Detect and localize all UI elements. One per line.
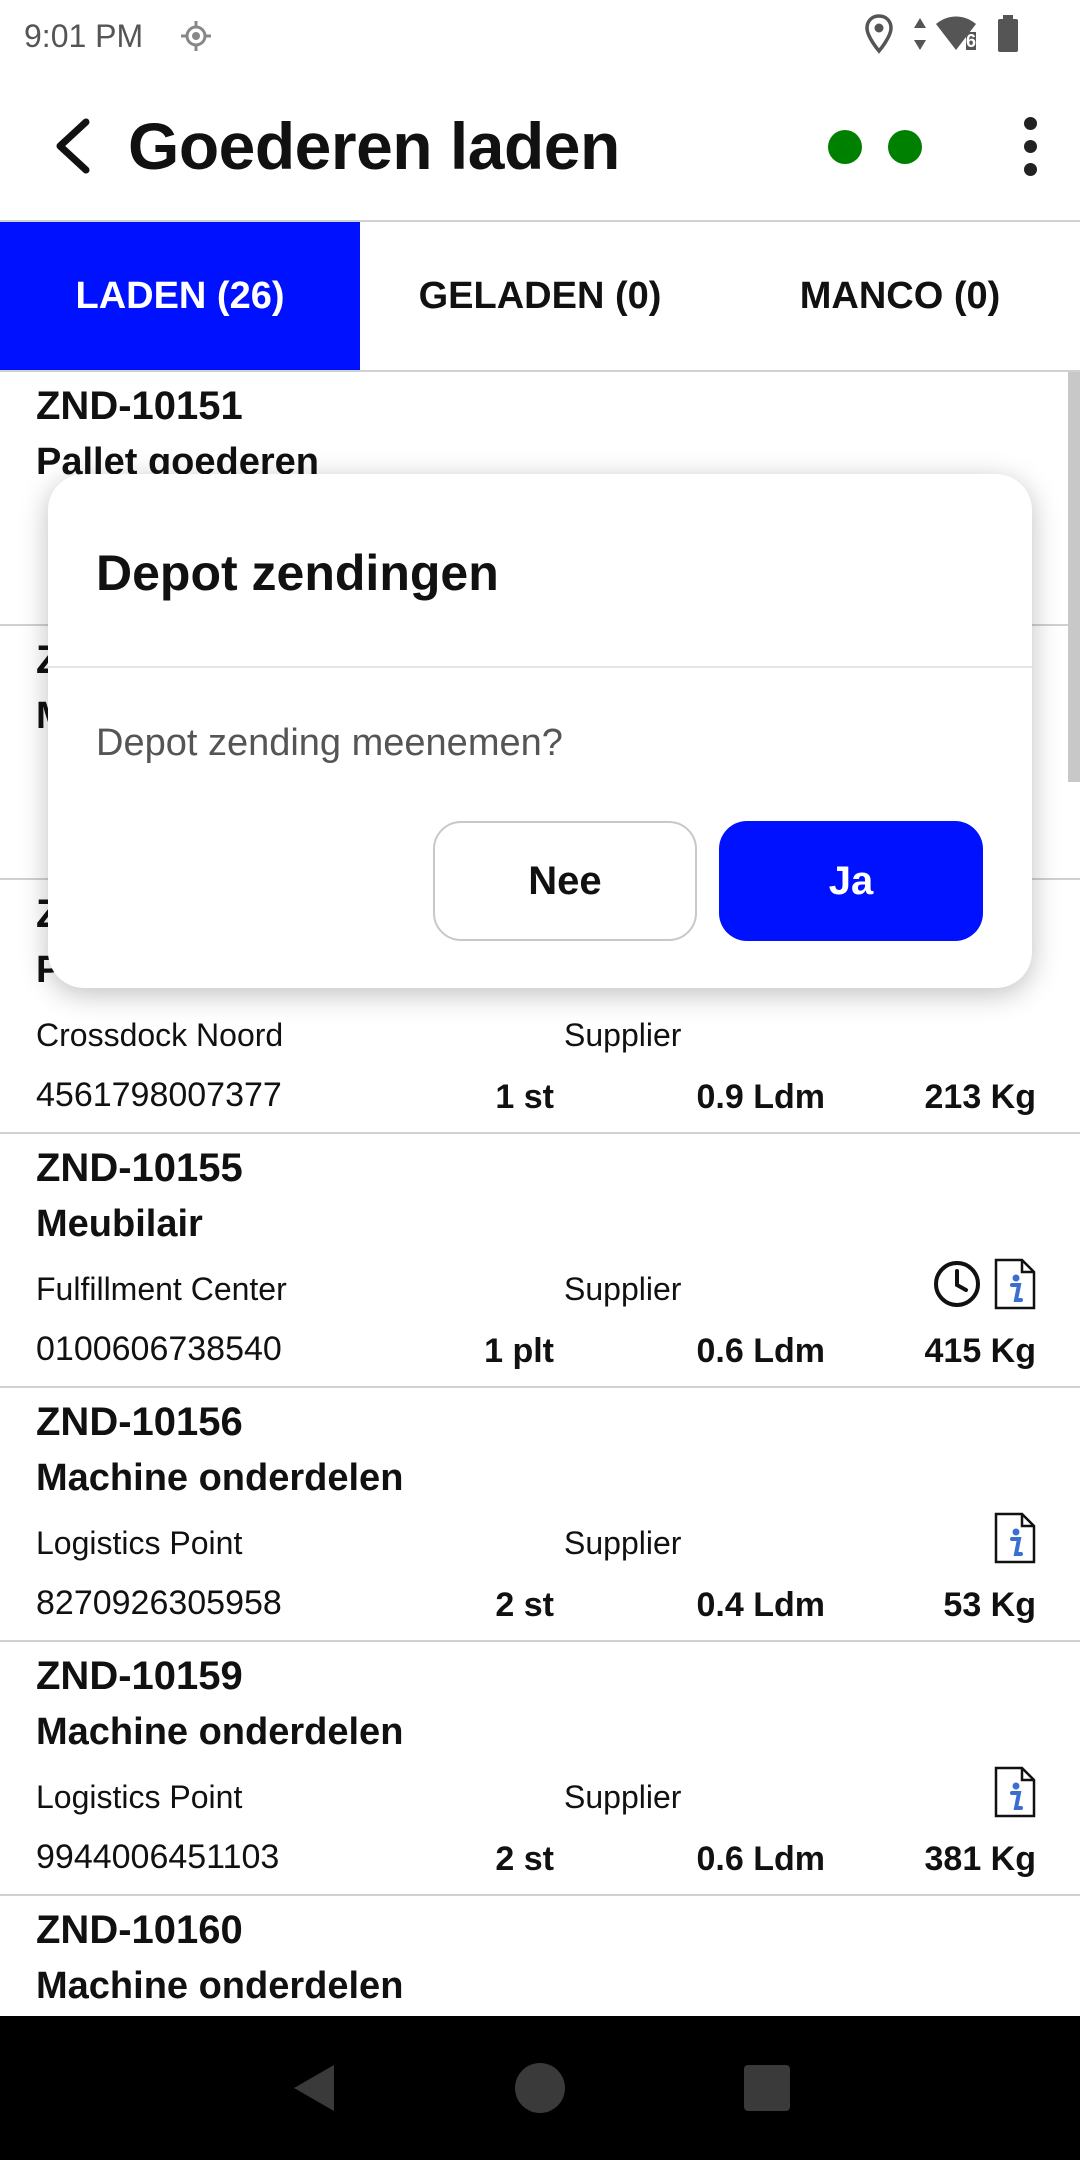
battery-icon: [996, 14, 1020, 54]
shipment-location: Logistics Point: [36, 1779, 243, 1815]
menu-dot-icon: [1023, 162, 1037, 176]
nav-back-icon: [294, 2065, 335, 2111]
shipment-quantity: 2 st: [495, 1840, 554, 1878]
back-button[interactable]: [24, 96, 124, 196]
shipment-ldm: 0.6 Ldm: [696, 1332, 825, 1370]
dialog-title: Depot zendingen: [96, 545, 499, 601]
location-target-icon: [179, 19, 213, 53]
nav-home-icon: [514, 2063, 565, 2113]
app-bar: Goederen laden: [0, 72, 1080, 220]
nav-home-button[interactable]: [495, 2043, 585, 2133]
no-button[interactable]: Nee: [433, 821, 697, 941]
status-icons: 6: [864, 14, 1020, 54]
list-item[interactable]: ZND-10159 Machine onderdelen Logistics P…: [0, 1642, 1080, 1896]
depot-dialog: Depot zendingen Depot zending meenemen? …: [48, 474, 1032, 988]
shipment-barcode: 8270926305958: [36, 1584, 282, 1622]
tab-bar: LADEN (26) GELADEN (0) MANCO (0): [0, 220, 1080, 372]
shipment-weight: 53 Kg: [943, 1586, 1036, 1624]
shipment-ldm: 0.4 Ldm: [696, 1586, 825, 1624]
signal-badge: 6: [965, 31, 976, 51]
wifi-icon: 6: [934, 16, 978, 52]
shipment-supplier: Supplier: [564, 1525, 682, 1561]
shipment-description: Machine onderdelen: [36, 1965, 404, 2007]
shipment-weight: 381 Kg: [924, 1840, 1037, 1878]
location-pin-icon: [864, 14, 894, 54]
shipment-description: Machine onderdelen: [36, 1711, 404, 1753]
list-item[interactable]: ZND-10155 Meubilair Fulfillment Center S…: [0, 1134, 1080, 1388]
shipment-supplier: Supplier: [564, 1017, 682, 1053]
nav-recents-icon: [743, 2065, 790, 2111]
menu-dot-icon: [1023, 139, 1037, 153]
shipment-id: ZND-10160: [36, 1908, 243, 1952]
shipment-quantity: 2 st: [495, 1586, 554, 1624]
nav-back-button[interactable]: [268, 2043, 358, 2133]
shipment-weight: 213 Kg: [924, 1078, 1037, 1116]
shipment-location: Logistics Point: [36, 1525, 243, 1561]
data-arrows-icon: [912, 16, 928, 52]
menu-dot-icon: [1023, 116, 1037, 130]
shipment-weight: 415 Kg: [924, 1332, 1037, 1370]
system-nav-bar: [0, 2016, 1080, 2160]
status-dot-2: [888, 130, 922, 164]
shipment-supplier: Supplier: [564, 1779, 682, 1815]
shipment-icons: [994, 1766, 1036, 1818]
shipment-icons: [932, 1258, 1036, 1310]
shipment-barcode: 0100606738540: [36, 1330, 282, 1368]
shipment-location: Crossdock Noord: [36, 1017, 284, 1053]
shipment-description: Meubilair: [36, 1203, 203, 1245]
tab-laden[interactable]: LADEN (26): [0, 222, 360, 370]
shipment-ldm: 0.6 Ldm: [696, 1840, 825, 1878]
shipment-id: ZND-10159: [36, 1654, 243, 1698]
status-dot-1: [828, 130, 862, 164]
shipment-location: Fulfillment Center: [36, 1271, 287, 1307]
tab-manco[interactable]: MANCO (0): [720, 222, 1080, 370]
connection-status: [828, 130, 922, 164]
shipment-supplier: Supplier: [564, 1271, 682, 1307]
tab-geladen[interactable]: GELADEN (0): [360, 222, 720, 370]
page-title: Goederen laden: [128, 109, 620, 183]
shipment-id: ZND-10155: [36, 1146, 243, 1190]
back-arrow-icon: [56, 118, 90, 174]
shipment-barcode: 9944006451103: [36, 1838, 280, 1876]
dialog-message: Depot zending meenemen?: [96, 722, 563, 764]
dialog-divider: [48, 666, 1032, 668]
info-document-icon[interactable]: [994, 1258, 1036, 1310]
shipment-id: ZND-10156: [36, 1400, 243, 1444]
list-item[interactable]: ZND-10156 Machine onderdelen Logistics P…: [0, 1388, 1080, 1642]
status-bar: 9:01 PM 6: [0, 0, 1080, 72]
shipment-quantity: 1 st: [495, 1078, 554, 1116]
overflow-menu-button[interactable]: [1000, 108, 1060, 184]
shipment-icons: [994, 1512, 1036, 1564]
shipment-description: Machine onderdelen: [36, 1457, 404, 1499]
list-scrollbar[interactable]: [1068, 372, 1080, 782]
shipment-ldm: 0.9 Ldm: [696, 1078, 825, 1116]
shipment-quantity: 1 plt: [484, 1332, 554, 1370]
shipment-id: ZND-10151: [36, 384, 243, 428]
yes-button[interactable]: Ja: [719, 821, 983, 941]
nav-recents-button[interactable]: [722, 2043, 812, 2133]
info-document-icon[interactable]: [994, 1512, 1036, 1564]
list-item[interactable]: ZND-10160 Machine onderdelen: [0, 1896, 1080, 2016]
status-time: 9:01 PM: [24, 17, 144, 54]
shipment-barcode: 4561798007377: [36, 1076, 282, 1114]
info-document-icon[interactable]: [994, 1766, 1036, 1818]
clock-icon[interactable]: [932, 1259, 982, 1309]
